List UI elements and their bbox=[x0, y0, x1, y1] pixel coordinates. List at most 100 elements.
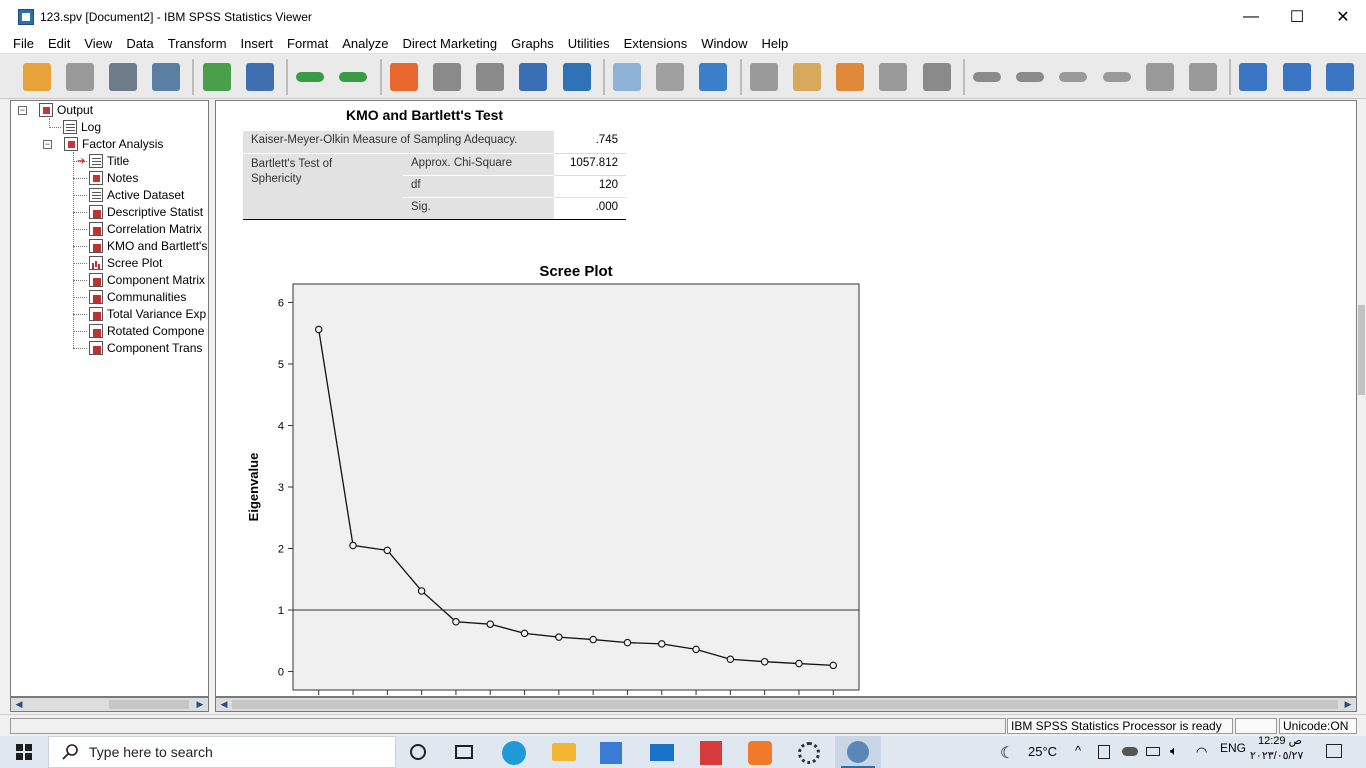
insert-heading-button[interactable] bbox=[1237, 60, 1270, 94]
menu-graphs[interactable]: Graphs bbox=[504, 36, 561, 51]
outline-item[interactable]: Rotated Compone bbox=[89, 323, 204, 339]
collapse-button[interactable] bbox=[1100, 60, 1133, 94]
office-icon[interactable] bbox=[700, 741, 722, 765]
pdf-app-icon[interactable] bbox=[748, 741, 772, 765]
menu-data[interactable]: Data bbox=[119, 36, 160, 51]
variables-button[interactable] bbox=[474, 60, 507, 94]
outline-item[interactable]: Title bbox=[89, 153, 129, 169]
redo-button[interactable] bbox=[337, 60, 370, 94]
kmo-table[interactable]: Kaiser-Meyer-Olkin Measure of Sampling A… bbox=[243, 131, 626, 220]
outline-item[interactable]: Descriptive Statist bbox=[89, 204, 203, 220]
file-explorer-icon[interactable] bbox=[552, 743, 576, 761]
menu-help[interactable]: Help bbox=[755, 36, 796, 51]
scroll-left-icon[interactable]: ◀ bbox=[217, 698, 231, 711]
outline-output[interactable]: Output bbox=[39, 102, 93, 118]
outline-item[interactable]: Component Matrix bbox=[89, 272, 205, 288]
taskbar-search[interactable]: Type here to search bbox=[48, 736, 396, 768]
maximize-button[interactable]: ☐ bbox=[1274, 0, 1320, 33]
content-scroll-thumb[interactable] bbox=[232, 700, 1338, 709]
select-output-button[interactable] bbox=[791, 60, 824, 94]
wifi-icon[interactable]: ◠ bbox=[1196, 744, 1207, 760]
temperature[interactable]: 25°C bbox=[1028, 744, 1057, 759]
export-button[interactable] bbox=[200, 60, 233, 94]
task-view-icon[interactable] bbox=[410, 744, 426, 760]
vertical-scroll-thumb[interactable] bbox=[1358, 305, 1365, 395]
expand-button[interactable] bbox=[1057, 60, 1090, 94]
goto-case-button[interactable] bbox=[388, 60, 421, 94]
collapse-output-icon[interactable]: − bbox=[18, 106, 27, 115]
outline-item[interactable]: Correlation Matrix bbox=[89, 221, 202, 237]
outline-item[interactable]: Component Trans bbox=[89, 340, 202, 356]
microsoft-store-icon[interactable] bbox=[600, 742, 622, 764]
recall-dialog-button[interactable] bbox=[243, 60, 276, 94]
outline-item[interactable]: Communalities bbox=[89, 289, 186, 305]
menu-window[interactable]: Window bbox=[694, 36, 754, 51]
insert-text-button[interactable] bbox=[877, 60, 910, 94]
widgets-icon[interactable] bbox=[455, 745, 473, 759]
scroll-right-icon[interactable]: ▶ bbox=[193, 698, 207, 711]
scroll-right-icon[interactable]: ▶ bbox=[1341, 698, 1355, 711]
menu-extensions[interactable]: Extensions bbox=[617, 36, 695, 51]
designate-window-button[interactable] bbox=[748, 60, 781, 94]
clock-date[interactable]: ٢٠٢٣/٠٥/٢٧ bbox=[1250, 749, 1303, 762]
input-language[interactable]: ENG bbox=[1220, 741, 1246, 755]
menu-analyze[interactable]: Analyze bbox=[335, 36, 395, 51]
battery-icon[interactable] bbox=[1146, 747, 1160, 756]
value-labels-button[interactable] bbox=[560, 60, 593, 94]
open-button[interactable] bbox=[20, 60, 53, 94]
print-button[interactable] bbox=[106, 60, 139, 94]
outline-item[interactable]: Notes bbox=[89, 170, 138, 186]
show-hidden-icons-icon[interactable]: ^ bbox=[1075, 743, 1081, 758]
minimize-button[interactable]: — bbox=[1228, 0, 1274, 33]
menu-view[interactable]: View bbox=[77, 36, 119, 51]
volume-icon[interactable]: 🔈︎ bbox=[1170, 743, 1178, 759]
print-preview-button[interactable] bbox=[149, 60, 182, 94]
camera-privacy-icon[interactable] bbox=[1098, 745, 1110, 759]
hide-button[interactable] bbox=[1186, 60, 1219, 94]
edge-browser-icon[interactable] bbox=[502, 741, 526, 765]
menu-edit[interactable]: Edit bbox=[41, 36, 77, 51]
outline-item[interactable]: KMO and Bartlett's bbox=[89, 238, 207, 254]
menu-utilities[interactable]: Utilities bbox=[561, 36, 617, 51]
notifications-icon[interactable] bbox=[1326, 744, 1342, 758]
show-all-button[interactable] bbox=[654, 60, 687, 94]
menu-insert[interactable]: Insert bbox=[234, 36, 281, 51]
content-vertical-scrollbar[interactable] bbox=[1357, 100, 1366, 697]
outline-log[interactable]: Log bbox=[63, 119, 101, 135]
insert-new-title-button[interactable] bbox=[1280, 60, 1313, 94]
show-button[interactable] bbox=[1143, 60, 1176, 94]
create-title-button[interactable] bbox=[834, 60, 867, 94]
spelling-button[interactable] bbox=[697, 60, 730, 94]
outline-item[interactable]: Scree Plot bbox=[89, 255, 162, 271]
onedrive-icon[interactable] bbox=[1122, 747, 1138, 756]
outline-item[interactable]: Total Variance Exp bbox=[89, 306, 206, 322]
goto-variable-button[interactable] bbox=[431, 60, 464, 94]
content-horizontal-scrollbar[interactable]: ◀ ▶ bbox=[215, 697, 1357, 712]
menu-file[interactable]: File bbox=[6, 36, 41, 51]
use-sets-button[interactable] bbox=[611, 60, 644, 94]
mail-icon[interactable] bbox=[650, 744, 674, 761]
scree-plot[interactable]: Scree Plot 0 1 2 3 4 5 6 Eigenvalue bbox=[246, 256, 906, 696]
insert-chart-button[interactable] bbox=[920, 60, 953, 94]
collapse-factor-analysis-icon[interactable]: − bbox=[43, 140, 52, 149]
promote-button[interactable] bbox=[971, 60, 1004, 94]
clock-time[interactable]: 12:29 ص bbox=[1258, 734, 1302, 747]
settings-gear-icon[interactable] bbox=[798, 742, 820, 764]
outline-horizontal-scrollbar[interactable]: ◀ ▶ bbox=[10, 697, 209, 712]
demote-button[interactable] bbox=[1014, 60, 1047, 94]
spss-taskbar-button[interactable] bbox=[835, 736, 881, 768]
outline-scroll-thumb[interactable] bbox=[109, 700, 189, 709]
insert-cases-button[interactable] bbox=[517, 60, 550, 94]
scroll-left-icon[interactable]: ◀ bbox=[12, 698, 26, 711]
outline-item[interactable]: Active Dataset bbox=[89, 187, 184, 203]
start-button[interactable] bbox=[0, 736, 48, 768]
menu-transform[interactable]: Transform bbox=[161, 36, 234, 51]
insert-text-file-button[interactable] bbox=[1323, 60, 1356, 94]
menu-format[interactable]: Format bbox=[280, 36, 335, 51]
undo-button[interactable] bbox=[294, 60, 327, 94]
outline-factor-analysis[interactable]: Factor Analysis bbox=[64, 136, 163, 152]
weather-moon-icon[interactable]: ☾ bbox=[1000, 743, 1014, 763]
menu-direct-marketing[interactable]: Direct Marketing bbox=[395, 36, 504, 51]
save-button[interactable] bbox=[63, 60, 96, 94]
close-button[interactable]: ✕ bbox=[1320, 0, 1366, 33]
